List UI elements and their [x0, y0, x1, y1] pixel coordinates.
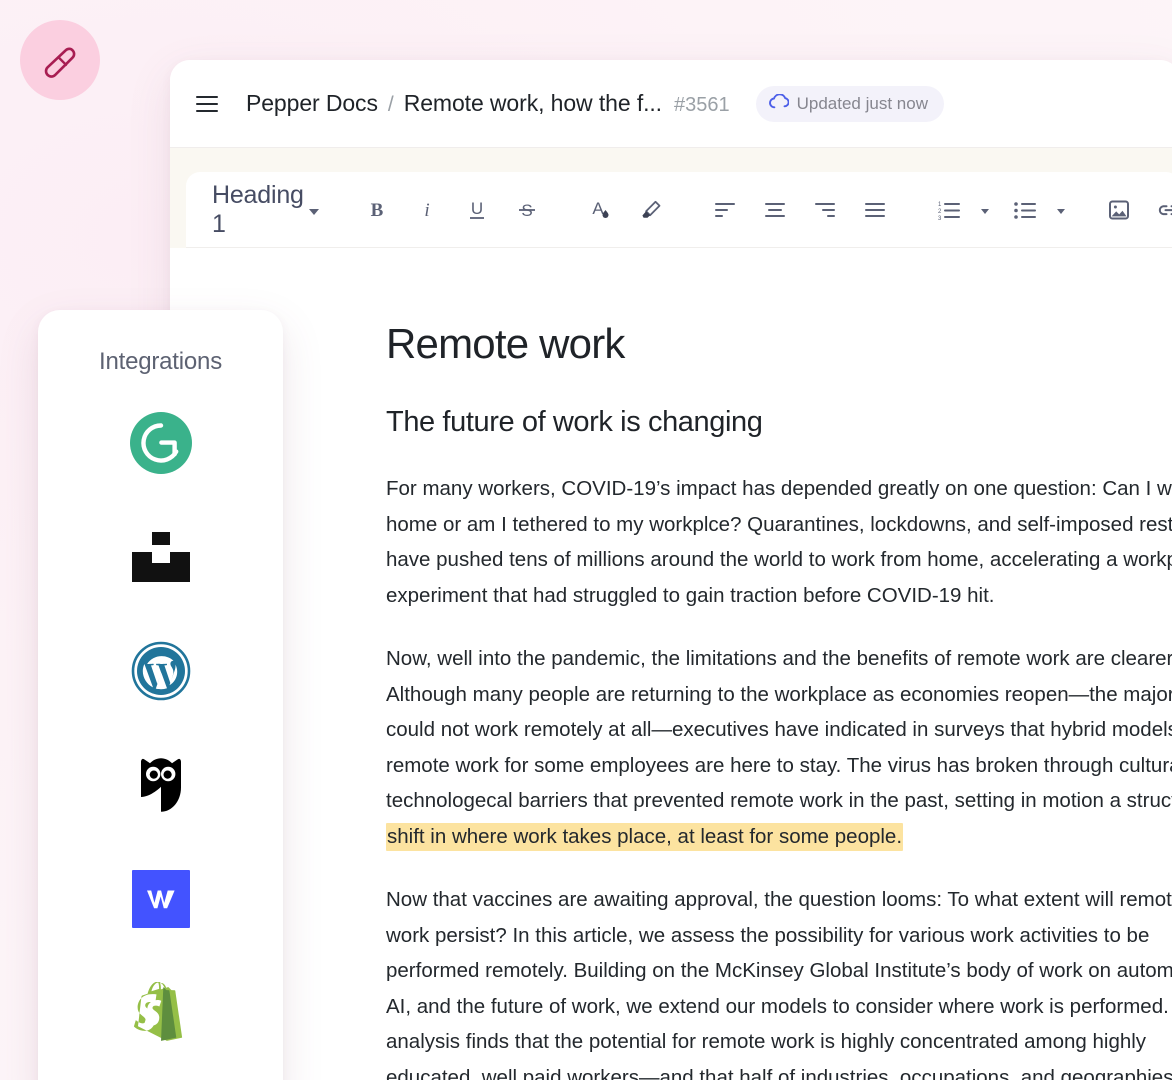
svg-text:i: i [424, 200, 429, 221]
integration-wordpress[interactable] [130, 640, 192, 702]
paragraph-line: Now that vaccines are awaiting approval,… [386, 888, 1172, 911]
paragraph-line: work persist? In this article, we assess… [386, 924, 1149, 947]
svg-text:3: 3 [938, 216, 942, 221]
insert-image-button[interactable] [1099, 190, 1139, 230]
paragraph-line: Now, well into the pandemic, the limitat… [386, 647, 1172, 670]
document-title: Remote work [386, 320, 1172, 368]
document-canvas[interactable]: Remote work The future of work is changi… [170, 248, 1172, 1080]
toolbar-group-lists: 1 2 3 [929, 190, 1065, 230]
toolbar-group-alignment [705, 190, 895, 230]
integration-webflow[interactable] [130, 868, 192, 930]
status-badge: Updated just now [756, 86, 944, 122]
paragraph-line: For many workers, COVID-19’s impact has … [386, 477, 1172, 500]
integrations-list [38, 412, 283, 1044]
paragraph-line: performed remotely. Building on the McKi… [386, 959, 1172, 982]
paragraph-line: educated, well paid workers—and that hal… [386, 1066, 1172, 1080]
svg-text:2: 2 [938, 209, 942, 215]
align-justify-button[interactable] [855, 190, 895, 230]
integration-hootsuite[interactable] [130, 754, 192, 816]
underline-button[interactable]: U [457, 190, 497, 230]
svg-text:U: U [471, 199, 483, 218]
style-select[interactable]: Heading 1 [212, 181, 323, 239]
align-center-button[interactable] [755, 190, 795, 230]
style-select-label: Heading 1 [212, 181, 304, 239]
highlight-button[interactable] [631, 190, 671, 230]
document-paragraph-1: For many workers, COVID-19’s impact has … [386, 471, 1172, 613]
toolbar-group-color: A [581, 190, 671, 230]
italic-button[interactable]: i [407, 190, 447, 230]
paragraph-line: experiment that had struggled to gain tr… [386, 584, 995, 607]
highlighted-text: shift in where work takes place, at leas… [386, 823, 903, 851]
app-header: Pepper Docs / Remote work, how the f... … [170, 60, 1172, 148]
paragraph-line: AI, and the future of work, we extend ou… [386, 995, 1172, 1018]
hootsuite-icon [139, 757, 183, 813]
integrations-title: Integrations [38, 348, 283, 376]
toolbar-group-insert [1099, 190, 1172, 230]
chevron-down-icon [309, 209, 319, 215]
unordered-list-button[interactable] [1005, 190, 1045, 230]
paragraph-line: could not work remotely at all—executive… [386, 718, 1172, 741]
paragraph-line: home or am I tethered to my workplce? Qu… [386, 513, 1172, 536]
breadcrumb-document-title[interactable]: Remote work, how the f... [404, 90, 662, 117]
document-paragraph-3: Now that vaccines are awaiting approval,… [386, 882, 1172, 1080]
paragraph-line: remote work for some employees are here … [386, 754, 1172, 777]
wordpress-icon [131, 641, 191, 701]
cloud-icon [769, 94, 789, 114]
pepper-icon [39, 39, 81, 81]
breadcrumb: Pepper Docs / Remote work, how the f... … [246, 90, 730, 117]
integrations-panel: Integrations [38, 310, 283, 1080]
toolbar-group-text-format: B i U S [357, 190, 547, 230]
integration-grammarly[interactable] [130, 412, 192, 474]
bold-button[interactable]: B [357, 190, 397, 230]
unordered-list-chevron-down-icon[interactable] [1057, 209, 1065, 214]
breadcrumb-root[interactable]: Pepper Docs [246, 90, 378, 117]
toolbar-strip: Heading 1 B i U [170, 148, 1172, 248]
unsplash-icon [132, 532, 190, 582]
align-left-button[interactable] [705, 190, 745, 230]
webflow-icon [132, 870, 190, 928]
hamburger-icon[interactable] [196, 96, 218, 112]
editor-toolbar: Heading 1 B i U [186, 172, 1172, 248]
insert-link-button[interactable] [1149, 190, 1172, 230]
paragraph-line: technologecal barriers that prevented re… [386, 789, 1172, 812]
integration-unsplash[interactable] [130, 526, 192, 588]
status-badge-label: Updated just now [797, 94, 928, 114]
document-paragraph-2: Now, well into the pandemic, the limitat… [386, 641, 1172, 854]
paragraph-line: Although many people are returning to th… [386, 683, 1172, 706]
align-right-button[interactable] [805, 190, 845, 230]
app-logo-badge[interactable] [20, 20, 100, 100]
app-window: Pepper Docs / Remote work, how the f... … [170, 60, 1172, 1080]
paragraph-line: have pushed tens of millions around the … [386, 548, 1172, 571]
strikethrough-button[interactable]: S [507, 190, 547, 230]
shopify-icon [132, 982, 190, 1044]
svg-text:B: B [370, 200, 383, 221]
ordered-list-chevron-down-icon[interactable] [981, 209, 989, 214]
integration-shopify[interactable] [130, 982, 192, 1044]
breadcrumb-separator: / [388, 93, 394, 117]
ordered-list-button[interactable]: 1 2 3 [929, 190, 969, 230]
grammarly-icon [130, 412, 192, 474]
text-color-button[interactable]: A [581, 190, 621, 230]
document-subheading: The future of work is changing [386, 406, 1172, 439]
paragraph-line: analysis finds that the potential for re… [386, 1030, 1146, 1053]
svg-text:1: 1 [938, 202, 942, 208]
document-id: #3561 [674, 94, 730, 117]
